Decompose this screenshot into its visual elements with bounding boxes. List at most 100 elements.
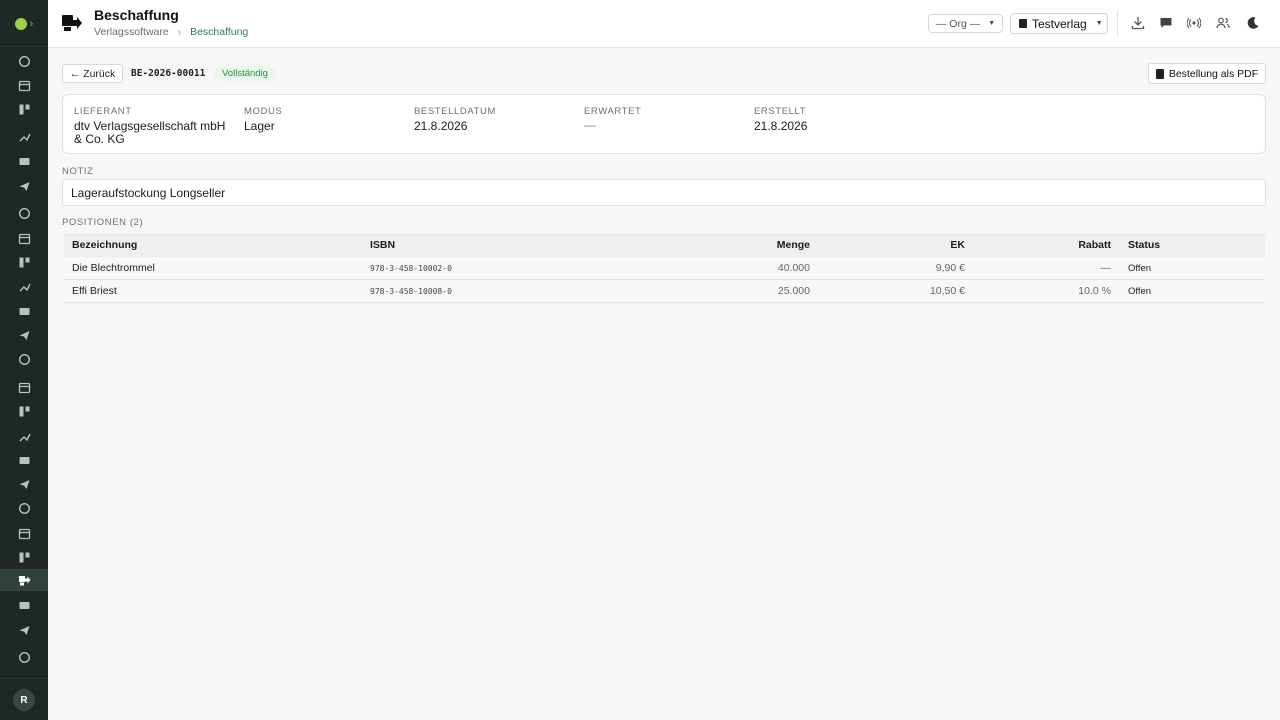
caret-down-icon: ▼	[988, 20, 996, 27]
briefcase-icon	[19, 283, 31, 291]
sidebar-item-shield[interactable]	[0, 646, 48, 668]
sidebar-divider	[0, 678, 48, 679]
sidebar-divider	[0, 46, 48, 47]
sidebar-item-calendar[interactable]	[0, 74, 48, 96]
publisher-select[interactable]: Testverlag ▼	[1010, 13, 1108, 34]
sidebar-item-newspaper[interactable]	[0, 300, 48, 322]
back-button[interactable]: ← Zurück	[62, 64, 123, 83]
sidebar-item-video[interactable]	[0, 473, 48, 495]
sidebar-item-kanban[interactable]	[0, 98, 48, 120]
cell-quantity: 40.000	[777, 262, 810, 274]
cell-discount: 10.0 %	[1078, 285, 1111, 297]
note-field[interactable]: Lageraufstockung Longseller	[62, 179, 1266, 206]
caret-down-icon: ▼	[1095, 20, 1103, 27]
mode-label: MODUS	[244, 106, 283, 117]
sidebar-item-music[interactable]	[0, 497, 48, 519]
sidebar-item-send[interactable]	[0, 175, 48, 197]
sidebar-item-megaphone[interactable]	[0, 449, 48, 471]
table-row[interactable]: Effi Briest 978-3-458-10008-0 25.000 10,…	[64, 280, 1265, 303]
chevron-right-icon: ›	[29, 18, 34, 30]
order-pdf-button[interactable]: Bestellung als PDF	[1148, 63, 1266, 84]
scroll-icon	[19, 330, 29, 340]
sidebar-item-library[interactable]	[0, 227, 48, 249]
workspace-logo-icon	[14, 18, 27, 30]
sidebar-item-chart[interactable]	[0, 594, 48, 616]
moon-icon[interactable]	[1246, 16, 1260, 30]
shield-icon	[18, 651, 30, 663]
supplier-value: dtv Verlagsgesellschaft mbH & Co. KG	[74, 119, 226, 146]
document-icon	[1155, 68, 1164, 79]
cell-purchase-price: 9,90 €	[935, 262, 965, 274]
kanban-icon	[19, 104, 29, 114]
sidebar-item-lightbulb[interactable]	[0, 202, 48, 224]
column-header-isbn: ISBN	[370, 239, 396, 251]
cell-quantity: 25.000	[777, 285, 810, 297]
breadcrumb-root[interactable]: Verlagssoftware	[94, 26, 169, 38]
sidebar: › R	[0, 0, 48, 720]
shopping-bag-icon	[19, 433, 31, 441]
chart-icon	[19, 601, 29, 609]
column-header-bezeichnung: Bezeichnung	[72, 239, 138, 251]
mode-value: Lager	[244, 119, 275, 133]
sidebar-item-image[interactable]	[0, 251, 48, 273]
megaphone-icon	[19, 456, 29, 464]
workspace-switcher[interactable]: ›	[0, 10, 48, 38]
created-field: ERSTELLT 21.8.2026	[754, 106, 807, 133]
sidebar-item-scroll[interactable]	[0, 324, 48, 346]
org-select-value: — Org —	[935, 17, 981, 30]
clipboard-icon	[19, 625, 29, 635]
broadcast-icon[interactable]	[1187, 16, 1201, 30]
sidebar-item-feather[interactable]	[0, 348, 48, 370]
users-icon[interactable]	[1216, 16, 1230, 30]
video-icon	[19, 479, 29, 489]
lightbulb-icon	[18, 207, 30, 219]
sidebar-item-dashboard[interactable]	[0, 50, 48, 72]
note-label: NOTIZ	[62, 166, 94, 177]
breadcrumb-current[interactable]: Beschaffung	[190, 26, 248, 38]
chat-icon[interactable]	[1159, 16, 1173, 30]
table-row[interactable]: Die Blechtrommel 978-3-458-10002-0 40.00…	[64, 257, 1265, 280]
org-select[interactable]: — Org — ▼	[928, 14, 1003, 33]
cell-discount: —	[1100, 262, 1112, 274]
store-icon	[19, 552, 29, 562]
header-divider	[1117, 10, 1118, 36]
breadcrumb: Verlagssoftware › Beschaffung	[94, 26, 248, 38]
send-icon	[19, 181, 29, 191]
status-badge: Vollständig	[214, 66, 276, 81]
sidebar-item-file[interactable]	[0, 522, 48, 544]
books-icon	[19, 157, 29, 165]
supplier-label: LIEFERANT	[74, 106, 132, 117]
sidebar-item-circle[interactable]	[0, 400, 48, 422]
sidebar-item-briefcase[interactable]	[0, 275, 48, 297]
sidebar-item-store[interactable]	[0, 546, 48, 568]
music-icon	[18, 502, 30, 514]
file-icon	[18, 528, 30, 539]
library-icon	[18, 233, 30, 244]
user-avatar[interactable]: R	[13, 689, 35, 711]
order-pdf-label: Bestellung als PDF	[1168, 67, 1259, 80]
positions-table: Bezeichnung ISBN Menge EK Rabatt Status …	[64, 233, 1265, 303]
cell-isbn: 978-3-458-10008-0	[370, 286, 452, 296]
expected-field: ERWARTET —	[584, 106, 641, 132]
procurement-app-logo-icon	[62, 15, 82, 31]
table-header: Bezeichnung ISBN Menge EK Rabatt Status	[64, 233, 1265, 257]
sidebar-item-clipboard[interactable]	[0, 619, 48, 641]
sidebar-item-books[interactable]	[0, 150, 48, 172]
cell-status: Offen	[1128, 285, 1152, 297]
sidebar-item-truck[interactable]	[0, 376, 48, 398]
order-date-label: BESTELLDATUM	[414, 106, 496, 117]
sidebar-item-shopping-bag[interactable]	[0, 425, 48, 447]
sidebar-item-procurement[interactable]	[0, 569, 48, 591]
dashboard-icon	[18, 55, 30, 67]
main-content: ← Zurück BE-2026-00011 Vollständig Beste…	[48, 49, 1280, 720]
authors-icon	[19, 133, 31, 141]
supplier-field: LIEFERANT dtv Verlagsgesellschaft mbH & …	[74, 106, 234, 146]
expected-value: —	[584, 118, 596, 132]
breadcrumb-separator-icon: ›	[177, 26, 182, 38]
sidebar-item-authors[interactable]	[0, 125, 48, 147]
feather-icon	[18, 353, 30, 365]
download-icon[interactable]	[1131, 16, 1145, 30]
mode-field: MODUS Lager	[244, 106, 282, 133]
calendar-icon	[18, 80, 30, 91]
page-title: Beschaffung	[94, 7, 179, 23]
